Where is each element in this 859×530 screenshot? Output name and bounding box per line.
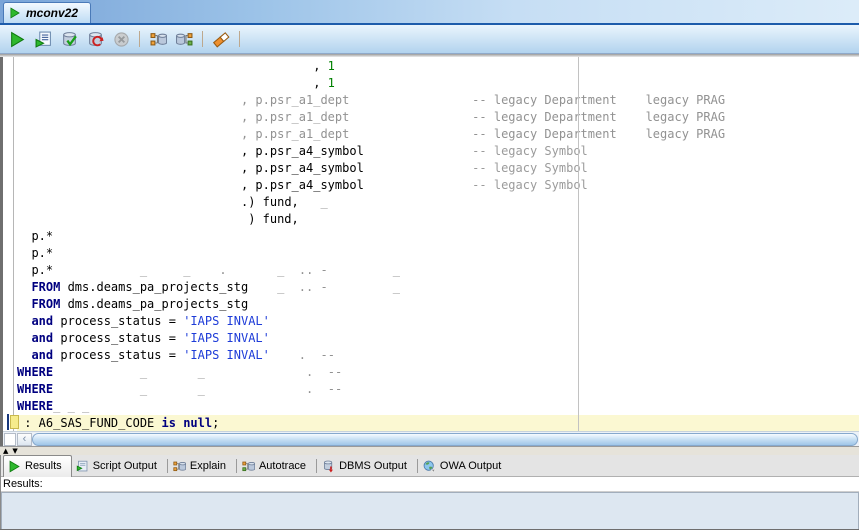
tab-separator (316, 458, 318, 473)
run-script-button[interactable] (31, 27, 55, 51)
code-line: , 1 (313, 76, 335, 90)
tab-explain[interactable]: Explain (169, 457, 235, 476)
document-tab-bar: mconv22 (0, 0, 859, 25)
code-line: p.* (31, 229, 54, 243)
output-tab-bar: Results Script Output Explain Autotrace DBMS… (1, 455, 859, 477)
code-line: and process_status = 'IAPS INVAL' (31, 331, 270, 345)
horizontal-scrollbar[interactable]: ‹ (3, 431, 859, 446)
scrollbar-corner (4, 432, 16, 446)
explain-plan-icon (175, 31, 193, 48)
code-line: , p.psr_a4_symbol -- legacy Symbol (240, 144, 588, 158)
tab-separator (235, 458, 237, 473)
output-pane: Results Script Output Explain Autotrace DBMS… (0, 455, 859, 529)
tab-label: OWA Output (439, 460, 502, 472)
scroll-left-icon: ‹ (22, 432, 27, 445)
code-line: p.* _ _ . _ .. - _ (31, 263, 401, 277)
query-builder-icon (150, 31, 167, 48)
results-panel (1, 492, 859, 529)
code-line: FROM dms.deams_pa_projects_stg (31, 297, 249, 311)
code-line: FROM dms.deams_pa_projects_stg _ .. - _ (31, 280, 400, 294)
code-line: .) fund, _ (240, 195, 328, 209)
code-line: p.* (31, 246, 54, 260)
tab-label: Autotrace (258, 460, 307, 472)
code-line: and process_status = 'IAPS INVAL' . -- (31, 348, 335, 362)
document-tab-label: mconv22 (26, 6, 79, 20)
code-line-current: : A6_SAS_FUND_CODE is null; (17, 415, 859, 431)
tab-script-output[interactable]: Script Output (72, 457, 166, 476)
explain-icon (173, 460, 186, 473)
tab-results[interactable]: Results (3, 455, 72, 477)
run-icon (9, 7, 21, 19)
cancel-icon (113, 31, 130, 48)
results-icon (8, 460, 21, 473)
run-icon (9, 31, 26, 48)
query-builder-button[interactable] (146, 27, 170, 51)
tab-separator (166, 458, 168, 473)
dbms-output-icon (322, 460, 335, 473)
owa-output-icon (423, 460, 436, 473)
clear-icon (212, 31, 230, 48)
rollback-icon (87, 31, 104, 48)
document-tab-mconv22[interactable]: mconv22 (3, 2, 92, 23)
code-line: , p.psr_a1_dept -- legacy Department leg… (240, 93, 726, 107)
tab-autotrace[interactable]: Autotrace (238, 457, 315, 476)
scroll-left-button[interactable]: ‹ (17, 432, 32, 446)
code-line: WHERE _ _ . -- (17, 365, 343, 379)
code-line: , p.psr_a4_symbol -- legacy Symbol (240, 178, 588, 192)
collapse-up-icon[interactable]: ▲ (3, 447, 8, 455)
code-line: WHERE _ _ . -- (17, 382, 343, 396)
script-output-icon (76, 460, 89, 473)
current-line-marker (10, 415, 19, 429)
code-line: and process_status = 'IAPS INVAL' (31, 314, 270, 328)
tab-label: Results (25, 460, 62, 472)
clear-button[interactable] (209, 27, 233, 51)
sql-worksheet-window: mconv22 , 1 , 1 , p.psr_a1_dept -- legac… (0, 0, 859, 530)
splitter-handle[interactable]: ▲ ▼ (0, 446, 859, 455)
tab-label: DBMS Output (339, 460, 407, 472)
autotrace-icon (242, 460, 255, 473)
code-line: , p.psr_a1_dept -- legacy Department leg… (240, 110, 726, 124)
gutter (13, 57, 14, 431)
sql-editor[interactable]: , 1 , 1 , p.psr_a1_dept -- legacy Depart… (3, 57, 859, 431)
run-script-icon (35, 31, 52, 48)
code-line: , p.psr_a4_symbol -- legacy Symbol (240, 161, 588, 175)
right-margin-guide (578, 57, 579, 431)
tab-separator (416, 458, 418, 473)
collapse-down-icon[interactable]: ▼ (12, 447, 17, 455)
tab-owa-output[interactable]: OWA Output (419, 457, 510, 476)
code-line: , p.psr_a1_dept -- legacy Department leg… (240, 127, 726, 141)
code-area: , 1 , 1 , p.psr_a1_dept -- legacy Depart… (17, 58, 859, 431)
text-caret (7, 414, 9, 430)
results-label: Results: (1, 477, 859, 492)
run-button[interactable] (5, 27, 29, 51)
scrollbar-thumb[interactable] (32, 432, 858, 446)
editor-area: , 1 , 1 , p.psr_a1_dept -- legacy Depart… (0, 57, 859, 446)
tab-label: Explain (189, 460, 226, 472)
worksheet-toolbar (0, 25, 859, 54)
explain-plan-button[interactable] (172, 27, 196, 51)
code-line: ) fund, (248, 212, 299, 226)
code-line: WHERE_ _ _ (17, 399, 90, 413)
toolbar-separator (202, 31, 203, 47)
toolbar-separator (139, 31, 140, 47)
tab-label: Script Output (92, 460, 157, 472)
toolbar-separator (239, 31, 240, 47)
commit-icon (61, 31, 78, 48)
commit-button[interactable] (57, 27, 81, 51)
code-line: , 1 (313, 59, 335, 73)
rollback-button[interactable] (83, 27, 107, 51)
tab-dbms-output[interactable]: DBMS Output (318, 457, 416, 476)
cancel-button[interactable] (109, 27, 133, 51)
